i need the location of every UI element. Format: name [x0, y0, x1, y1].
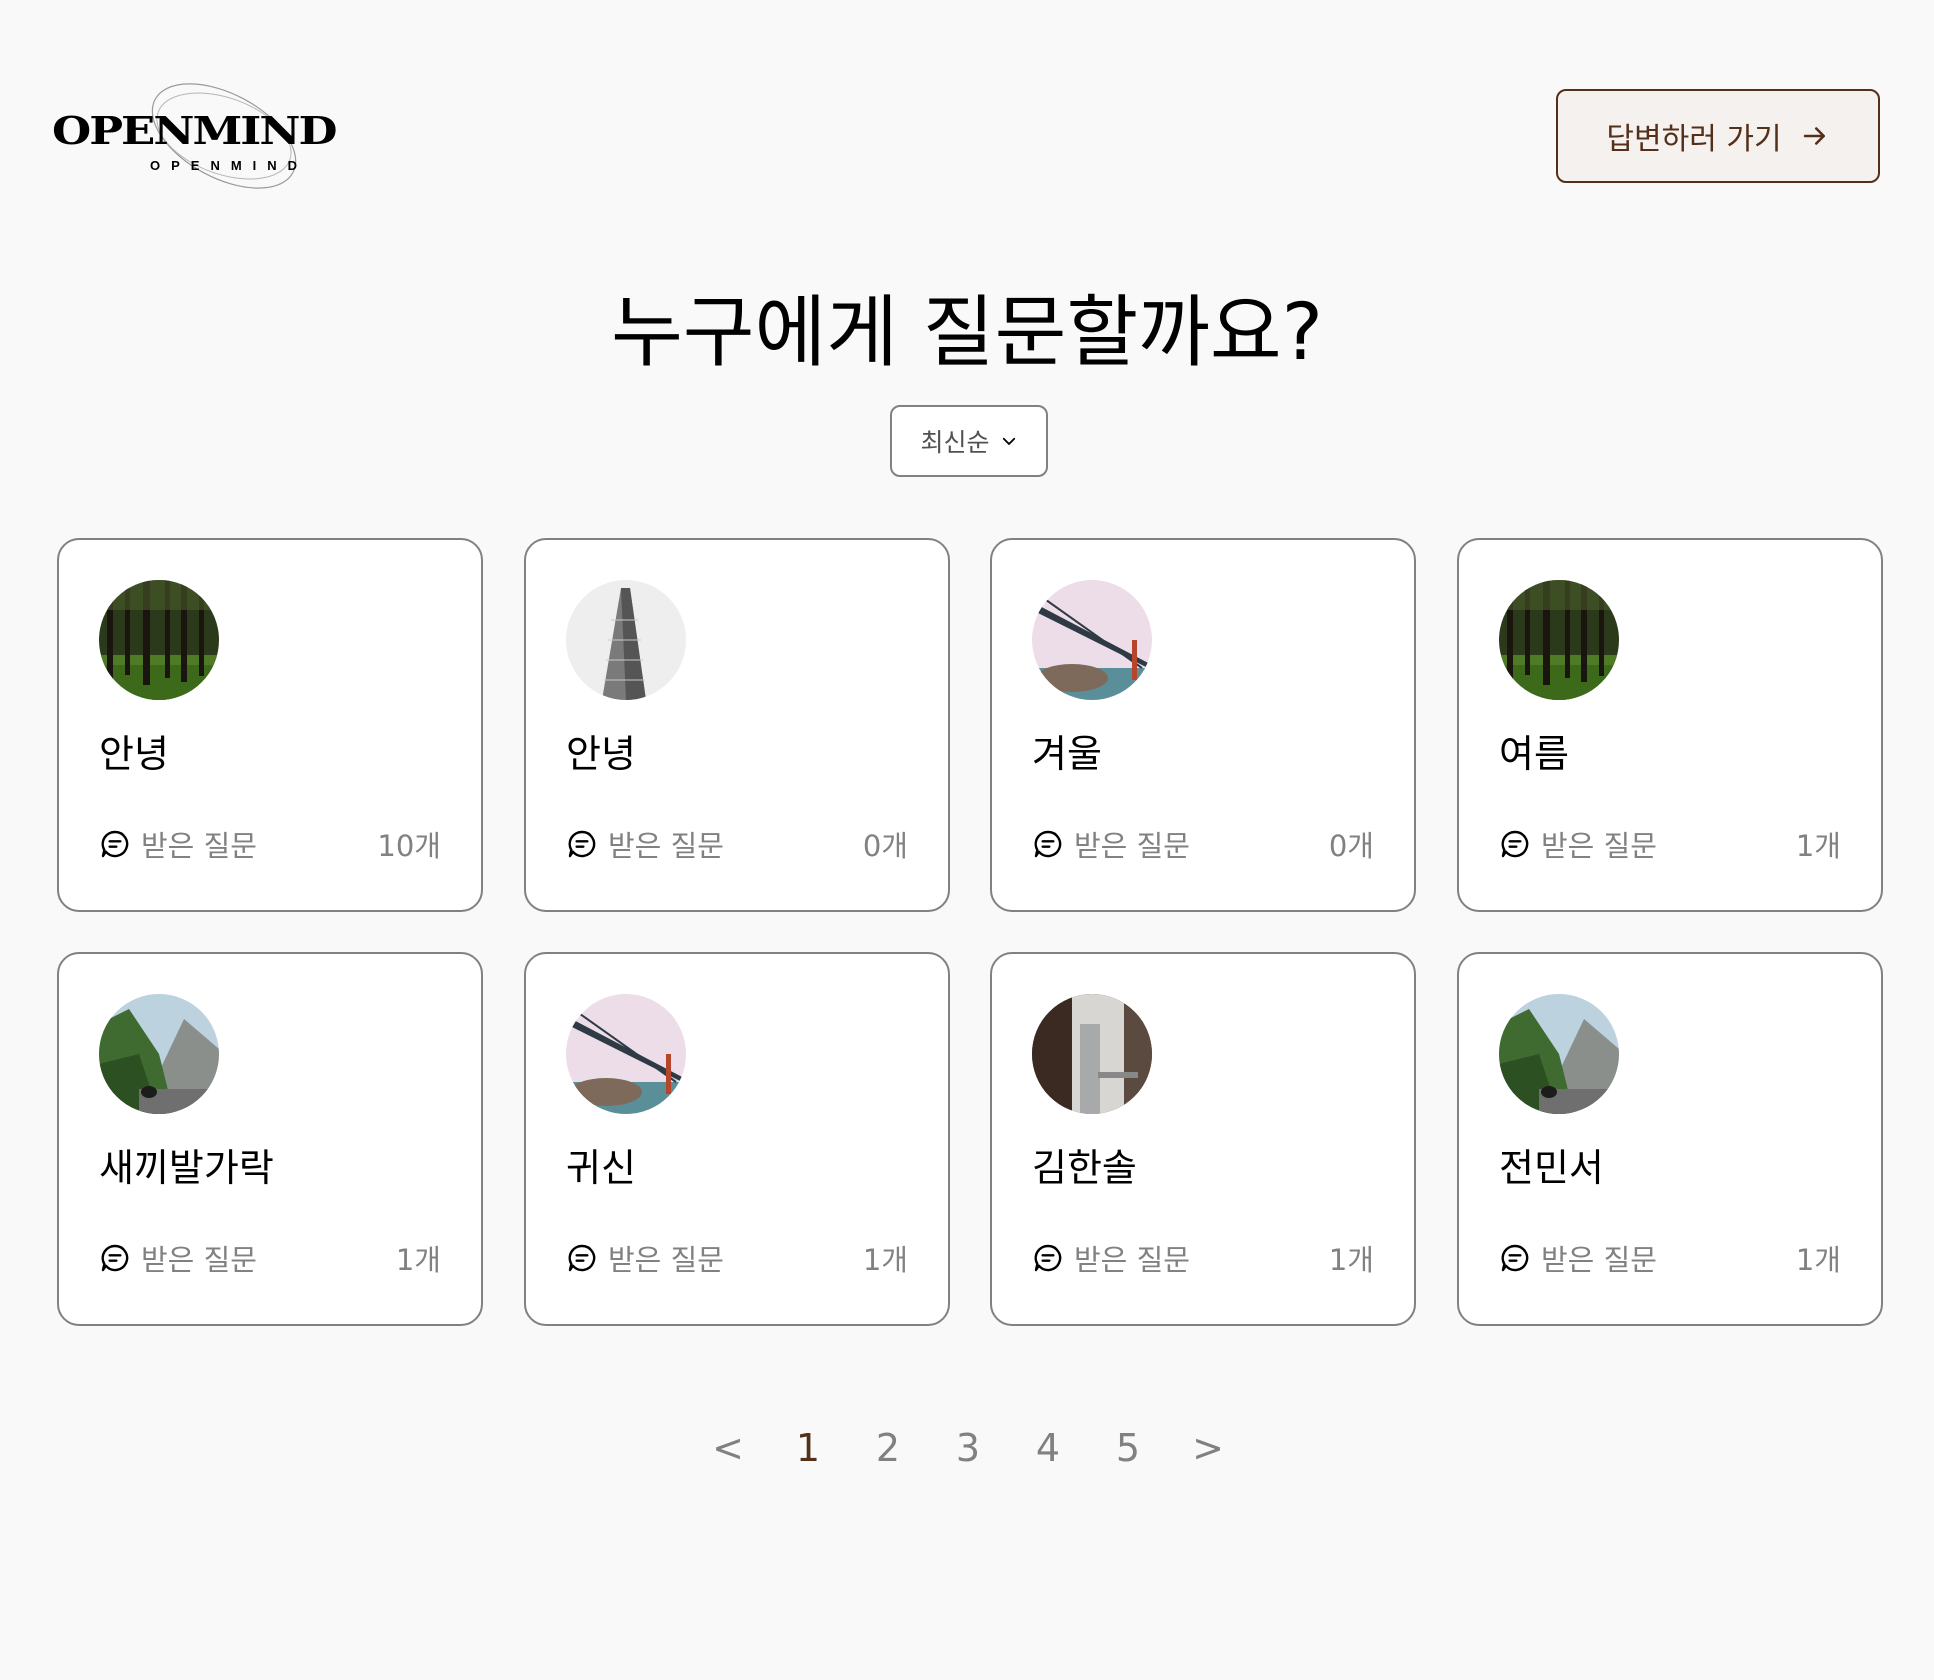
chevron-down-icon — [1002, 437, 1015, 445]
profile-card[interactable]: 김한솔받은 질문 1개 — [990, 952, 1416, 1326]
received-questions: 받은 질문 1개 — [1499, 1238, 1841, 1278]
profile-card[interactable]: 안녕받은 질문 10개 — [57, 538, 483, 912]
received-questions: 받은 질문 1개 — [1499, 824, 1841, 864]
profile-name: 여름 — [1499, 732, 1569, 776]
received-questions-count: 1개 — [862, 1243, 908, 1277]
chat-bubble-icon — [1034, 830, 1062, 858]
logo-subtext: OPENMIND — [150, 158, 309, 173]
received-questions-label: 받은 질문 — [141, 829, 257, 863]
avatar — [1032, 994, 1152, 1114]
received-questions-count: 1개 — [1795, 829, 1841, 863]
sort-selected-label: 최신순 — [920, 428, 990, 457]
profile-name: 안녕 — [99, 732, 169, 776]
received-questions: 받은 질문 0개 — [566, 824, 908, 864]
pagination-page-2[interactable]: 2 — [863, 1418, 913, 1478]
received-questions-count: 1개 — [1795, 1243, 1841, 1277]
avatar — [99, 994, 219, 1114]
chat-bubble-icon — [568, 830, 596, 858]
received-questions-label: 받은 질문 — [1541, 1243, 1657, 1277]
pagination-page-3[interactable]: 3 — [943, 1418, 993, 1478]
chat-bubble-icon — [1501, 1244, 1529, 1272]
chat-bubble-icon — [1034, 1244, 1062, 1272]
chat-bubble-icon — [101, 830, 129, 858]
received-questions-label: 받은 질문 — [608, 829, 724, 863]
received-questions: 받은 질문 1개 — [566, 1238, 908, 1278]
arrow-right-icon — [1803, 127, 1825, 145]
go-answer-label: 답변하러 가기 — [1606, 122, 1782, 157]
profile-card[interactable]: 전민서받은 질문 1개 — [1457, 952, 1883, 1326]
go-answer-button[interactable]: 답변하러 가기 — [1556, 89, 1880, 183]
avatar — [99, 580, 219, 700]
received-questions-count: 10개 — [377, 829, 441, 863]
received-questions: 받은 질문 10개 — [99, 824, 441, 864]
avatar — [1499, 994, 1619, 1114]
profile-name: 전민서 — [1499, 1146, 1604, 1190]
logo-wordmark: OPENMIND — [52, 108, 338, 154]
avatar — [1032, 580, 1152, 700]
sort-dropdown[interactable]: 최신순 — [890, 405, 1048, 477]
pagination: < 1 2 3 4 5 > — [0, 1418, 1934, 1478]
profile-name: 새끼발가락 — [99, 1146, 274, 1190]
avatar — [1499, 580, 1619, 700]
received-questions-label: 받은 질문 — [608, 1243, 724, 1277]
received-questions: 받은 질문 1개 — [99, 1238, 441, 1278]
profile-name: 겨울 — [1032, 732, 1102, 776]
avatar — [566, 580, 686, 700]
received-questions: 받은 질문 0개 — [1032, 824, 1374, 864]
received-questions-count: 0개 — [1328, 829, 1374, 863]
pagination-page-5[interactable]: 5 — [1103, 1418, 1153, 1478]
chat-bubble-icon — [568, 1244, 596, 1272]
profile-name: 김한솔 — [1032, 1146, 1137, 1190]
received-questions-label: 받은 질문 — [141, 1243, 257, 1277]
openmind-logo[interactable]: OPENMIND OPENMIND — [52, 66, 402, 206]
profile-card[interactable]: 새끼발가락받은 질문 1개 — [57, 952, 483, 1326]
received-questions-count: 1개 — [395, 1243, 441, 1277]
received-questions-count: 0개 — [862, 829, 908, 863]
avatar — [566, 994, 686, 1114]
profile-name: 안녕 — [566, 732, 636, 776]
pagination-prev[interactable]: < — [703, 1418, 753, 1478]
pagination-page-1[interactable]: 1 — [783, 1418, 833, 1478]
chat-bubble-icon — [1501, 830, 1529, 858]
received-questions-label: 받은 질문 — [1074, 829, 1190, 863]
received-questions-label: 받은 질문 — [1074, 1243, 1190, 1277]
profile-card[interactable]: 안녕받은 질문 0개 — [524, 538, 950, 912]
pagination-page-4[interactable]: 4 — [1023, 1418, 1073, 1478]
pagination-next[interactable]: > — [1183, 1418, 1233, 1478]
received-questions-label: 받은 질문 — [1541, 829, 1657, 863]
profile-name: 귀신 — [566, 1146, 636, 1190]
received-questions-count: 1개 — [1328, 1243, 1374, 1277]
profile-card[interactable]: 겨울받은 질문 0개 — [990, 538, 1416, 912]
received-questions: 받은 질문 1개 — [1032, 1238, 1374, 1278]
page-title: 누구에게 질문할까요? — [610, 288, 1324, 378]
chat-bubble-icon — [101, 1244, 129, 1272]
profile-card[interactable]: 여름받은 질문 1개 — [1457, 538, 1883, 912]
profile-card[interactable]: 귀신받은 질문 1개 — [524, 952, 950, 1326]
